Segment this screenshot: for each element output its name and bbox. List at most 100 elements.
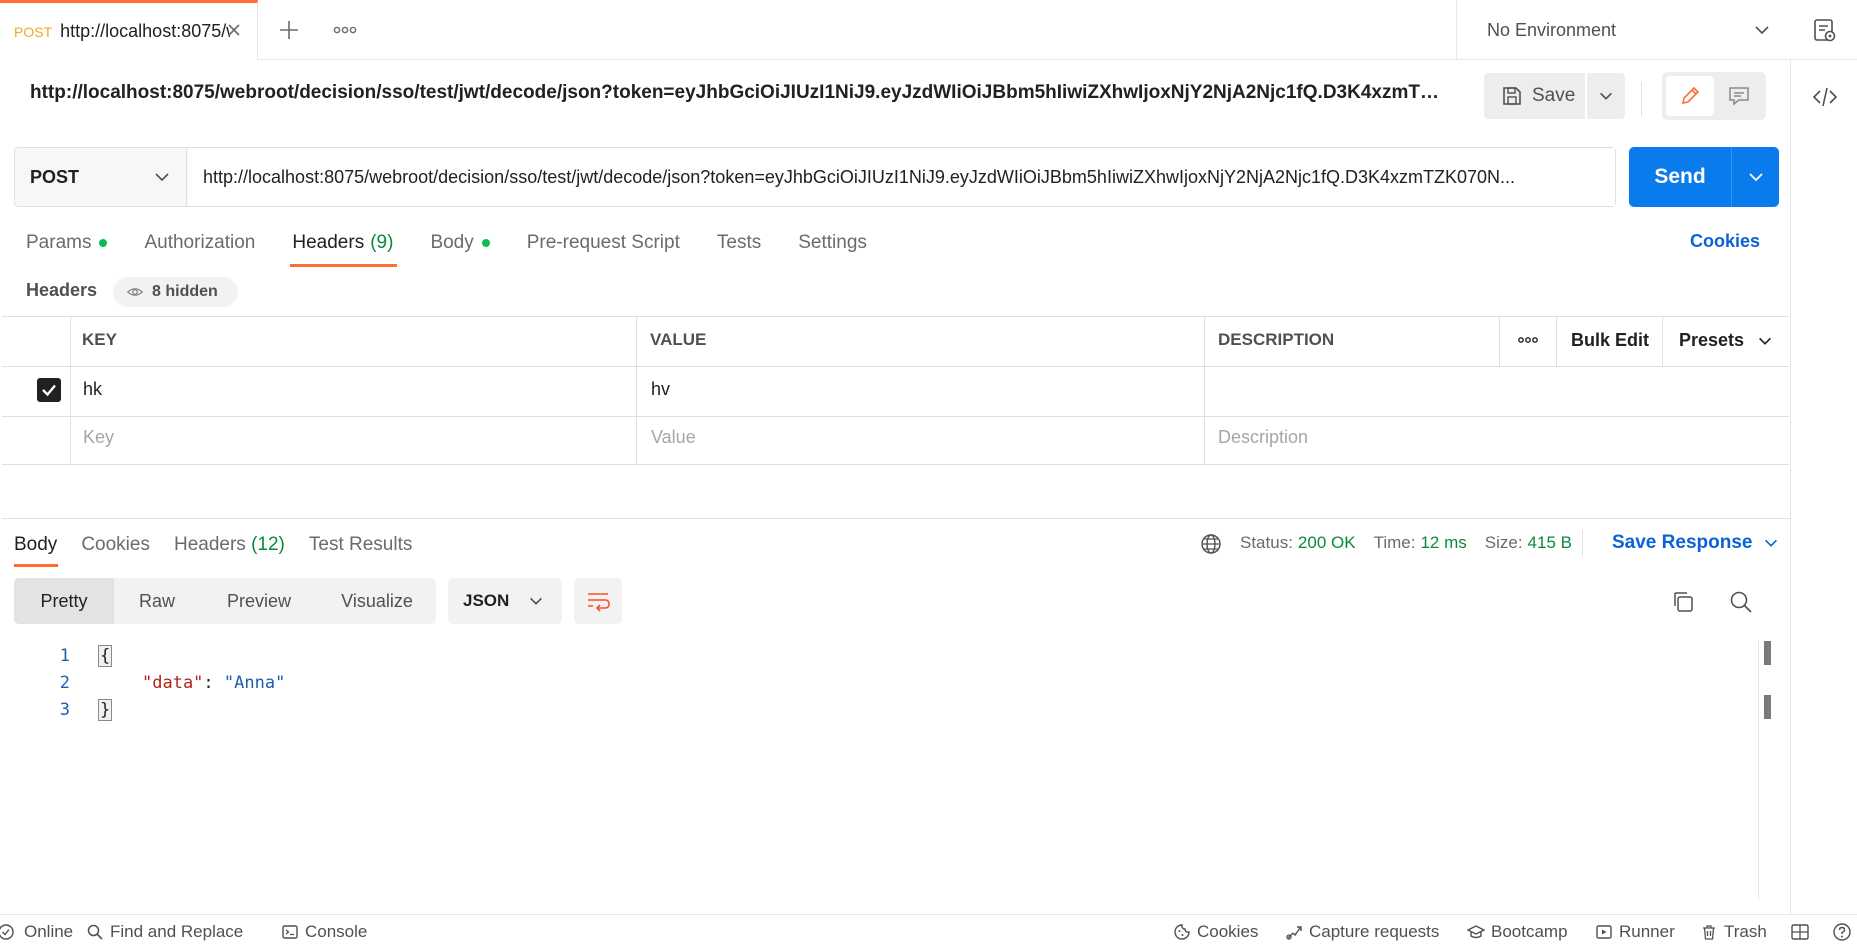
two-pane-toggle[interactable] [1790, 920, 1816, 944]
time-value[interactable]: 12 ms [1420, 533, 1466, 553]
tab-label: Headers [292, 232, 365, 253]
response-tabs: Body Cookies Headers (12) Test Results [14, 530, 436, 560]
format-label: JSON [463, 591, 510, 610]
capture-requests-button[interactable]: Capture requests [1285, 920, 1439, 944]
tab-count: (9) [370, 232, 394, 253]
json-separator: : [203, 673, 224, 693]
size-value[interactable]: 415 B [1528, 533, 1572, 553]
cookies-button[interactable]: Cookies [1173, 920, 1258, 944]
plus-icon[interactable] [276, 17, 302, 43]
format-selector[interactable]: JSON [448, 578, 562, 624]
row-divider [2, 366, 1789, 367]
view-pretty-button[interactable]: Pretty [14, 578, 114, 624]
view-mode-segmented-control: Pretty Raw Preview Visualize [14, 578, 436, 624]
globe-icon[interactable] [1199, 532, 1223, 556]
chevron-down-icon [530, 597, 543, 605]
status-value[interactable]: 200 OK [1298, 533, 1356, 553]
online-label: Online [24, 922, 74, 941]
bootcamp-button[interactable]: Bootcamp [1467, 920, 1568, 944]
editor-scroll-track [1758, 641, 1759, 899]
eye-icon [126, 288, 144, 296]
response-tab-body[interactable]: Body [14, 534, 57, 556]
tab-label: Cookies [81, 534, 150, 555]
runner-icon [1596, 925, 1612, 939]
console-icon [282, 925, 298, 939]
bootcamp-icon [1467, 925, 1485, 939]
tab-label: Test Results [308, 534, 413, 555]
header-key-cell[interactable]: hk [83, 379, 102, 400]
value-input[interactable]: Value [651, 427, 696, 448]
header-value-cell[interactable]: hv [651, 379, 670, 400]
column-divider [1662, 316, 1663, 366]
help-button[interactable] [1832, 920, 1857, 944]
line-number: 2 [59, 673, 70, 693]
tab-body[interactable]: Body [430, 228, 490, 258]
response-tab-cookies[interactable]: Cookies [81, 534, 150, 556]
copy-icon[interactable] [1670, 589, 1696, 615]
scrollbar-thumb[interactable] [1764, 641, 1771, 665]
comments-button[interactable] [1716, 76, 1762, 116]
column-divider [1556, 316, 1557, 366]
header-enabled-checkbox[interactable] [37, 378, 61, 402]
edit-mode-button[interactable] [1666, 76, 1714, 116]
tab-authorization[interactable]: Authorization [144, 228, 255, 258]
wrap-lines-button[interactable] [574, 578, 622, 624]
description-input[interactable]: Description [1218, 427, 1308, 448]
tab-label: Settings [798, 232, 867, 253]
code-icon[interactable] [1810, 82, 1840, 112]
chevron-down-icon[interactable] [152, 167, 172, 187]
request-tab[interactable]: POST http://localhost:8075/webroot/decis… [0, 0, 258, 60]
tab-settings[interactable]: Settings [798, 228, 867, 258]
request-name[interactable]: http://localhost:8075/webroot/decision/s… [30, 82, 1440, 112]
response-divider[interactable] [2, 518, 1790, 519]
tab-tests[interactable]: Tests [717, 228, 761, 258]
environment-selector[interactable]: No Environment [1456, 0, 1797, 60]
search-icon[interactable] [1728, 589, 1754, 615]
divider [1582, 530, 1583, 556]
trash-button[interactable]: Trash [1700, 920, 1767, 944]
send-button[interactable]: Send [1629, 147, 1731, 207]
save-button[interactable]: Save [1484, 73, 1585, 119]
trash-icon [1703, 925, 1715, 940]
save-response-button[interactable]: Save Response [1612, 532, 1780, 554]
online-status[interactable]: Online [0, 920, 73, 944]
runner-button[interactable]: Runner [1595, 920, 1675, 944]
response-tab-headers[interactable]: Headers (12) [174, 534, 285, 556]
find-replace-label: Find and Replace [110, 922, 244, 941]
save-options-button[interactable] [1587, 73, 1625, 119]
divider [1641, 82, 1642, 116]
comment-icon [1729, 87, 1749, 106]
presets-dropdown[interactable]: Presets [1679, 330, 1774, 351]
url-input[interactable]: http://localhost:8075/webroot/decision/s… [188, 148, 1615, 206]
line-number: 3 [59, 700, 70, 720]
column-divider [1204, 316, 1205, 465]
method-label: POST [30, 166, 80, 187]
response-tab-test-results[interactable]: Test Results [309, 534, 412, 556]
tab-pre-request-script[interactable]: Pre-request Script [527, 228, 680, 258]
json-brace: { [98, 645, 113, 667]
active-tab-indicator [14, 564, 58, 567]
column-header-key: KEY [82, 330, 117, 349]
capture-icon [1286, 926, 1302, 940]
view-visualize-button[interactable]: Visualize [318, 578, 436, 624]
tab-params[interactable]: Params [26, 228, 108, 258]
response-meta: Status: 200 OK Time: 12 ms Size: 415 B [1240, 533, 1590, 553]
more-horizontal-icon[interactable] [330, 17, 360, 43]
send-options-button[interactable] [1731, 147, 1779, 207]
capture-label: Capture requests [1309, 922, 1440, 941]
view-raw-button[interactable]: Raw [114, 578, 200, 624]
tab-method: POST [14, 23, 53, 40]
view-preview-button[interactable]: Preview [200, 578, 318, 624]
environment-quicklook-icon[interactable] [1812, 16, 1838, 44]
hidden-headers-toggle[interactable]: 8 hidden [113, 277, 238, 307]
tab-headers[interactable]: Headers (9) [292, 228, 393, 258]
key-input[interactable]: Key [83, 427, 114, 448]
bulk-edit-button[interactable]: Bulk Edit [1571, 330, 1649, 351]
find-replace-button[interactable]: Find and Replace [86, 920, 243, 944]
cookies-link[interactable]: Cookies [1690, 231, 1760, 252]
console-button[interactable]: Console [281, 920, 367, 944]
tab-label: Body [430, 232, 474, 253]
more-horizontal-icon[interactable] [1516, 332, 1540, 348]
chevron-down-icon[interactable] [1752, 20, 1772, 40]
close-icon[interactable] [224, 20, 244, 40]
